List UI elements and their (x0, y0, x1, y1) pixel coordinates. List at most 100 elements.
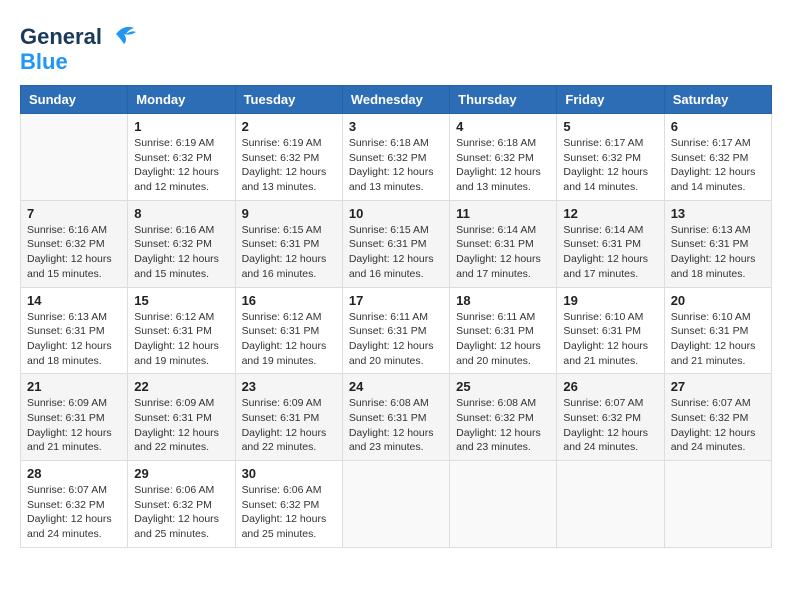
day-number: 4 (456, 119, 550, 134)
day-info: Sunrise: 6:16 AM Sunset: 6:32 PM Dayligh… (134, 223, 228, 282)
sunrise-text: Sunrise: 6:14 AM (456, 224, 536, 236)
sunset-text: Sunset: 6:32 PM (563, 152, 641, 164)
day-number: 29 (134, 466, 228, 481)
day-info: Sunrise: 6:10 AM Sunset: 6:31 PM Dayligh… (671, 310, 765, 369)
sunset-text: Sunset: 6:31 PM (134, 325, 212, 337)
sunrise-text: Sunrise: 6:13 AM (671, 224, 751, 236)
day-info: Sunrise: 6:09 AM Sunset: 6:31 PM Dayligh… (134, 396, 228, 455)
calendar-cell: 28 Sunrise: 6:07 AM Sunset: 6:32 PM Dayl… (21, 461, 128, 548)
sunset-text: Sunset: 6:32 PM (134, 499, 212, 511)
sunrise-text: Sunrise: 6:14 AM (563, 224, 643, 236)
daylight-text: Daylight: 12 hours and 22 minutes. (242, 427, 327, 454)
daylight-text: Daylight: 12 hours and 16 minutes. (242, 253, 327, 280)
day-number: 26 (563, 379, 657, 394)
day-number: 20 (671, 293, 765, 308)
sunset-text: Sunset: 6:31 PM (349, 325, 427, 337)
calendar-cell: 29 Sunrise: 6:06 AM Sunset: 6:32 PM Dayl… (128, 461, 235, 548)
day-info: Sunrise: 6:10 AM Sunset: 6:31 PM Dayligh… (563, 310, 657, 369)
sunset-text: Sunset: 6:31 PM (27, 325, 105, 337)
sunrise-text: Sunrise: 6:17 AM (671, 137, 751, 149)
calendar-cell (21, 114, 128, 201)
sunrise-text: Sunrise: 6:06 AM (242, 484, 322, 496)
day-number: 23 (242, 379, 336, 394)
daylight-text: Daylight: 12 hours and 15 minutes. (27, 253, 112, 280)
calendar-cell: 9 Sunrise: 6:15 AM Sunset: 6:31 PM Dayli… (235, 200, 342, 287)
calendar-week-row: 21 Sunrise: 6:09 AM Sunset: 6:31 PM Dayl… (21, 374, 772, 461)
sunrise-text: Sunrise: 6:12 AM (242, 311, 322, 323)
calendar-cell: 12 Sunrise: 6:14 AM Sunset: 6:31 PM Dayl… (557, 200, 664, 287)
calendar-week-row: 14 Sunrise: 6:13 AM Sunset: 6:31 PM Dayl… (21, 287, 772, 374)
day-number: 7 (27, 206, 121, 221)
day-info: Sunrise: 6:14 AM Sunset: 6:31 PM Dayligh… (563, 223, 657, 282)
daylight-text: Daylight: 12 hours and 14 minutes. (671, 166, 756, 193)
sunrise-text: Sunrise: 6:17 AM (563, 137, 643, 149)
sunset-text: Sunset: 6:32 PM (27, 499, 105, 511)
calendar-cell (557, 461, 664, 548)
calendar-cell: 20 Sunrise: 6:10 AM Sunset: 6:31 PM Dayl… (664, 287, 771, 374)
calendar-cell (342, 461, 449, 548)
day-info: Sunrise: 6:15 AM Sunset: 6:31 PM Dayligh… (349, 223, 443, 282)
day-info: Sunrise: 6:11 AM Sunset: 6:31 PM Dayligh… (349, 310, 443, 369)
day-info: Sunrise: 6:09 AM Sunset: 6:31 PM Dayligh… (242, 396, 336, 455)
daylight-text: Daylight: 12 hours and 14 minutes. (563, 166, 648, 193)
calendar-cell: 24 Sunrise: 6:08 AM Sunset: 6:31 PM Dayl… (342, 374, 449, 461)
daylight-text: Daylight: 12 hours and 18 minutes. (671, 253, 756, 280)
day-number: 22 (134, 379, 228, 394)
day-info: Sunrise: 6:07 AM Sunset: 6:32 PM Dayligh… (27, 483, 121, 542)
logo-general: General (20, 24, 102, 49)
sunset-text: Sunset: 6:31 PM (456, 325, 534, 337)
day-info: Sunrise: 6:18 AM Sunset: 6:32 PM Dayligh… (349, 136, 443, 195)
sunrise-text: Sunrise: 6:10 AM (563, 311, 643, 323)
day-info: Sunrise: 6:17 AM Sunset: 6:32 PM Dayligh… (563, 136, 657, 195)
day-info: Sunrise: 6:07 AM Sunset: 6:32 PM Dayligh… (671, 396, 765, 455)
day-number: 8 (134, 206, 228, 221)
sunset-text: Sunset: 6:32 PM (563, 412, 641, 424)
day-number: 17 (349, 293, 443, 308)
daylight-text: Daylight: 12 hours and 13 minutes. (456, 166, 541, 193)
daylight-text: Daylight: 12 hours and 23 minutes. (456, 427, 541, 454)
day-info: Sunrise: 6:12 AM Sunset: 6:31 PM Dayligh… (242, 310, 336, 369)
day-info: Sunrise: 6:19 AM Sunset: 6:32 PM Dayligh… (134, 136, 228, 195)
daylight-text: Daylight: 12 hours and 20 minutes. (456, 340, 541, 367)
sunset-text: Sunset: 6:31 PM (242, 325, 320, 337)
day-number: 6 (671, 119, 765, 134)
day-number: 12 (563, 206, 657, 221)
day-info: Sunrise: 6:09 AM Sunset: 6:31 PM Dayligh… (27, 396, 121, 455)
calendar-cell: 22 Sunrise: 6:09 AM Sunset: 6:31 PM Dayl… (128, 374, 235, 461)
calendar-cell: 13 Sunrise: 6:13 AM Sunset: 6:31 PM Dayl… (664, 200, 771, 287)
page-header: General Blue (20, 20, 772, 75)
sunrise-text: Sunrise: 6:16 AM (134, 224, 214, 236)
daylight-text: Daylight: 12 hours and 19 minutes. (242, 340, 327, 367)
calendar-cell: 15 Sunrise: 6:12 AM Sunset: 6:31 PM Dayl… (128, 287, 235, 374)
calendar-cell (450, 461, 557, 548)
daylight-text: Daylight: 12 hours and 21 minutes. (27, 427, 112, 454)
sunrise-text: Sunrise: 6:19 AM (134, 137, 214, 149)
day-info: Sunrise: 6:13 AM Sunset: 6:31 PM Dayligh… (27, 310, 121, 369)
day-info: Sunrise: 6:06 AM Sunset: 6:32 PM Dayligh… (134, 483, 228, 542)
calendar-header-saturday: Saturday (664, 86, 771, 114)
day-number: 19 (563, 293, 657, 308)
sunset-text: Sunset: 6:32 PM (242, 499, 320, 511)
calendar-cell: 21 Sunrise: 6:09 AM Sunset: 6:31 PM Dayl… (21, 374, 128, 461)
calendar-header-thursday: Thursday (450, 86, 557, 114)
sunset-text: Sunset: 6:31 PM (563, 325, 641, 337)
calendar-cell: 26 Sunrise: 6:07 AM Sunset: 6:32 PM Dayl… (557, 374, 664, 461)
daylight-text: Daylight: 12 hours and 12 minutes. (134, 166, 219, 193)
day-number: 11 (456, 206, 550, 221)
calendar-cell: 4 Sunrise: 6:18 AM Sunset: 6:32 PM Dayli… (450, 114, 557, 201)
sunset-text: Sunset: 6:31 PM (671, 325, 749, 337)
calendar-header-sunday: Sunday (21, 86, 128, 114)
daylight-text: Daylight: 12 hours and 13 minutes. (349, 166, 434, 193)
daylight-text: Daylight: 12 hours and 23 minutes. (349, 427, 434, 454)
daylight-text: Daylight: 12 hours and 16 minutes. (349, 253, 434, 280)
day-info: Sunrise: 6:15 AM Sunset: 6:31 PM Dayligh… (242, 223, 336, 282)
day-info: Sunrise: 6:11 AM Sunset: 6:31 PM Dayligh… (456, 310, 550, 369)
logo-blue: Blue (20, 49, 68, 75)
sunrise-text: Sunrise: 6:10 AM (671, 311, 751, 323)
day-number: 21 (27, 379, 121, 394)
daylight-text: Daylight: 12 hours and 24 minutes. (563, 427, 648, 454)
day-number: 9 (242, 206, 336, 221)
calendar-cell: 14 Sunrise: 6:13 AM Sunset: 6:31 PM Dayl… (21, 287, 128, 374)
sunset-text: Sunset: 6:31 PM (349, 412, 427, 424)
daylight-text: Daylight: 12 hours and 25 minutes. (242, 513, 327, 540)
